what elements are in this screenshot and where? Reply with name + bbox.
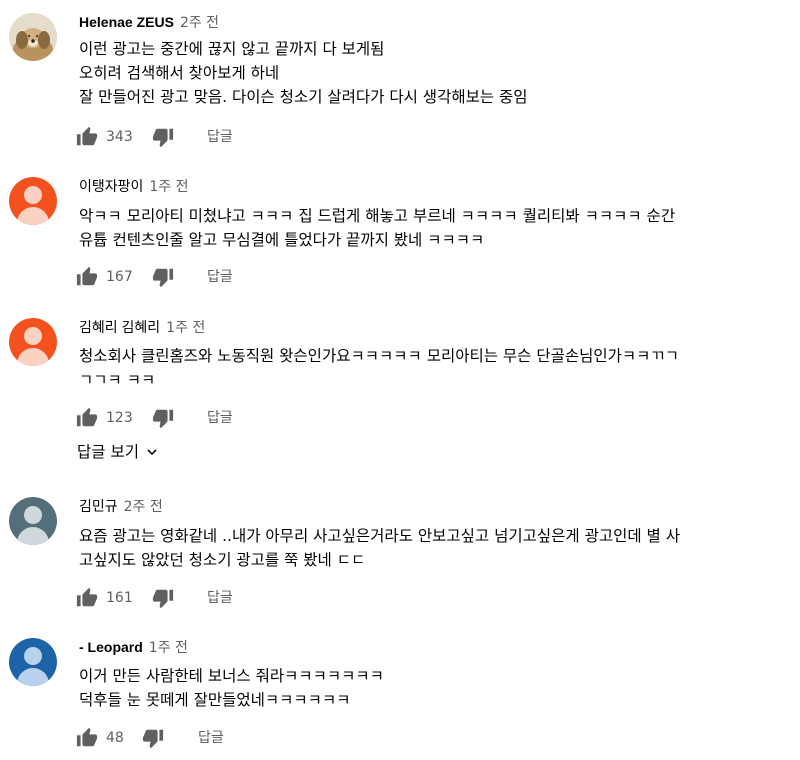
reply-button[interactable]: 답글 bbox=[207, 407, 233, 429]
like-count: 123 bbox=[106, 410, 133, 426]
dislike-button[interactable] bbox=[152, 266, 174, 288]
comment-actions: 123 답글 bbox=[76, 407, 376, 431]
comment-text: 이거 만든 사람한테 보너스 줘라ㅋㅋㅋㅋㅋㅋㅋ 덕후들 눈 못떼게 잘만들었네… bbox=[79, 664, 784, 712]
thumb-down-icon bbox=[152, 128, 174, 148]
comment-time[interactable]: 1주 전 bbox=[149, 640, 188, 656]
reply-button[interactable]: 답글 bbox=[198, 727, 224, 749]
dog-photo-icon bbox=[9, 13, 57, 61]
reply-button[interactable]: 답글 bbox=[207, 587, 233, 609]
avatar[interactable] bbox=[9, 638, 57, 686]
comment-line: 이거 만든 사람한테 보너스 줘라ㅋㅋㅋㅋㅋㅋㅋ bbox=[79, 667, 384, 685]
comment-author[interactable]: 김민규 bbox=[79, 498, 118, 514]
comment-author[interactable]: 이탱자팡이 bbox=[79, 178, 143, 194]
like-button[interactable] bbox=[76, 727, 98, 749]
avatar[interactable] bbox=[9, 318, 57, 366]
comment-time[interactable]: 2주 전 bbox=[124, 499, 163, 515]
comment-text: 청소회사 클린홈즈와 노동직원 왓슨인가요ㅋㅋㅋㅋㅋ 모리아티는 무슨 단골손님… bbox=[79, 344, 784, 392]
avatar[interactable] bbox=[9, 177, 57, 225]
thumb-up-icon bbox=[76, 407, 98, 427]
view-replies-label: 답글 보기 bbox=[77, 443, 139, 461]
like-button[interactable] bbox=[76, 266, 98, 288]
thumb-up-icon bbox=[76, 266, 98, 286]
comment-text: 이런 광고는 중간에 끊지 않고 끝까지 다 보게됨 오히려 검색해서 찾아보게… bbox=[79, 37, 784, 109]
comment-line: 오히려 검색해서 찾아보게 하네 bbox=[79, 64, 280, 82]
like-count: 343 bbox=[106, 129, 133, 145]
comment-line: 악ㅋㅋ 모리아티 미쳤냐고 ㅋㅋㅋ 집 드럽게 해놓고 부르네 ㅋㅋㅋㅋ 퀄리티… bbox=[79, 207, 676, 225]
like-button[interactable] bbox=[76, 587, 98, 609]
comment-time[interactable]: 1주 전 bbox=[166, 320, 205, 336]
comment-line: 요즘 광고는 영화같네 ..내가 아무리 사고싶은거라도 안보고싶고 넘기고싶은… bbox=[79, 527, 681, 545]
chevron-down-icon bbox=[147, 449, 157, 456]
avatar[interactable] bbox=[9, 13, 57, 61]
comment-author[interactable]: - Leopard bbox=[79, 639, 143, 655]
dislike-button[interactable] bbox=[142, 727, 164, 749]
thumb-down-icon bbox=[152, 409, 174, 429]
comment-line: 고싶지도 않았던 청소기 광고를 쭉 봤네 ㄷㄷ bbox=[79, 551, 366, 569]
dislike-button[interactable] bbox=[152, 587, 174, 609]
thumb-down-icon bbox=[152, 589, 174, 609]
like-count: 48 bbox=[106, 730, 124, 746]
thumb-down-icon bbox=[152, 268, 174, 288]
thumb-up-icon bbox=[76, 126, 98, 146]
comment-line: 잘 만들어진 광고 맞음. 다이슨 청소기 살려다가 다시 생각해보는 중임 bbox=[79, 88, 528, 106]
like-count: 161 bbox=[106, 590, 133, 606]
like-button[interactable] bbox=[76, 407, 98, 429]
like-button[interactable] bbox=[76, 126, 98, 148]
avatar[interactable] bbox=[9, 497, 57, 545]
comment-line: 덕후들 눈 못떼게 잘만들었네ㅋㅋㅋㅋㅋㅋ bbox=[79, 691, 351, 709]
view-replies-button[interactable]: 답글 보기 bbox=[77, 441, 159, 463]
comment-time[interactable]: 1주 전 bbox=[149, 179, 188, 195]
comment-text: 요즘 광고는 영화같네 ..내가 아무리 사고싶은거라도 안보고싶고 넘기고싶은… bbox=[79, 524, 784, 572]
comment-author[interactable]: Helenae ZEUS bbox=[79, 14, 174, 30]
comment-time[interactable]: 2주 전 bbox=[180, 15, 219, 31]
thumb-up-icon bbox=[76, 587, 98, 607]
reply-button[interactable]: 답글 bbox=[207, 126, 233, 148]
comment-line: ㄱㄱㅋ ㅋㅋ bbox=[79, 371, 156, 389]
reply-button[interactable]: 답글 bbox=[207, 266, 233, 288]
dislike-button[interactable] bbox=[152, 407, 174, 429]
comment-actions: 343 답글 bbox=[76, 126, 376, 150]
thumb-down-icon bbox=[142, 729, 164, 749]
like-count: 167 bbox=[106, 269, 133, 285]
comment-actions: 48 답글 bbox=[76, 727, 376, 751]
comment-text: 악ㅋㅋ 모리아티 미쳤냐고 ㅋㅋㅋ 집 드럽게 해놓고 부르네 ㅋㅋㅋㅋ 퀄리티… bbox=[79, 204, 784, 252]
comment-line: 이런 광고는 중간에 끊지 않고 끝까지 다 보게됨 bbox=[79, 40, 385, 58]
thumb-up-icon bbox=[76, 727, 98, 747]
comment-author[interactable]: 김혜리 김혜리 bbox=[79, 319, 160, 335]
dislike-button[interactable] bbox=[152, 126, 174, 148]
comment-line: 유튭 컨텐츠인줄 알고 무심결에 틀었다가 끝까지 봤네 ㅋㅋㅋㅋ bbox=[79, 231, 485, 249]
comment-line: 청소회사 클린홈즈와 노동직원 왓슨인가요ㅋㅋㅋㅋㅋ 모리아티는 무슨 단골손님… bbox=[79, 347, 679, 365]
comment-actions: 161 답글 bbox=[76, 587, 376, 611]
comment-actions: 167 답글 bbox=[76, 266, 376, 290]
